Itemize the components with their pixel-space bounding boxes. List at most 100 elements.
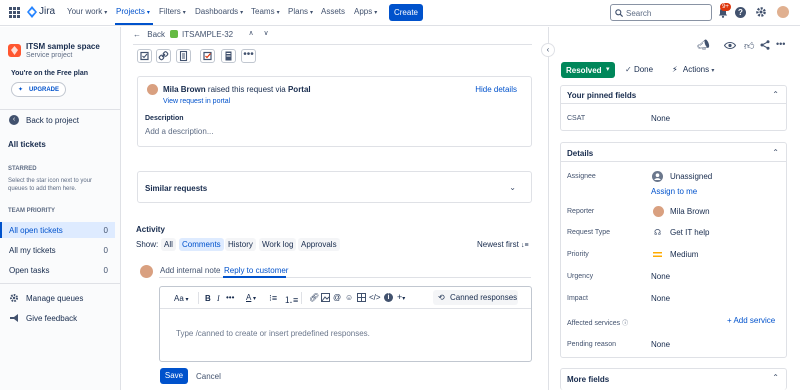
nav-teams[interactable]: Teams ▾ [251, 7, 280, 16]
activity-heading: Activity [136, 225, 165, 234]
assignee-value[interactable]: Unassigned [670, 172, 712, 181]
manage-queues-link[interactable]: Manage queues [26, 294, 83, 303]
checkbox-icon[interactable] [137, 49, 152, 63]
thumbs-up-icon[interactable]: 👍︎ [744, 40, 754, 52]
profile-avatar[interactable] [777, 6, 789, 18]
collapse-panel-button[interactable]: ‹ [541, 43, 555, 57]
sort-label: Newest first [477, 240, 519, 249]
queue-open-tasks[interactable]: Open tasks 0 [0, 262, 115, 278]
pending-reason-value[interactable]: None [651, 340, 670, 349]
link-icon[interactable]: 🔗︎ [309, 293, 319, 302]
filter-all[interactable]: All [161, 238, 176, 251]
issue-key[interactable]: ITSAMPLE-32 [182, 30, 233, 39]
similar-requests-panel[interactable]: Similar requests ⌄ [137, 171, 532, 203]
actions-dropdown[interactable]: ⚡︎ Actions ▾ [672, 65, 714, 74]
nav-assets[interactable]: Assets [321, 7, 347, 16]
announce-icon[interactable]: 📣︎ [697, 40, 710, 51]
nav-filters[interactable]: Filters ▾ [159, 7, 186, 16]
filter-work-log[interactable]: Work log [259, 238, 297, 251]
filter-history[interactable]: History [225, 238, 256, 251]
queue-all-open-tickets[interactable]: All open tickets 0 [0, 222, 115, 238]
arrow-left-icon: ← [133, 30, 141, 39]
request-type-value[interactable]: Get IT help [670, 228, 709, 237]
app-switcher-icon[interactable] [9, 7, 20, 18]
assignee-label: Assignee [567, 173, 596, 180]
all-tickets-heading: All tickets [8, 140, 46, 149]
nav-plans[interactable]: Plans ▾ [288, 7, 313, 16]
status-dropdown[interactable]: Resolved ▾ [561, 62, 615, 78]
jira-logo-text[interactable]: Jira [39, 6, 55, 17]
info-icon[interactable]: i [384, 293, 393, 302]
queue-label: All my tickets [9, 246, 56, 255]
create-button[interactable]: Create [389, 4, 423, 21]
project-name[interactable]: ITSM sample space [26, 42, 100, 51]
done-button[interactable]: ✓ Done [625, 65, 653, 74]
editor-text-area[interactable]: Type /canned to create or insert predefi… [176, 329, 370, 338]
next-issue-button[interactable]: ∨ [260, 29, 272, 40]
requester-avatar [147, 84, 158, 95]
description-field[interactable]: Add a description... [145, 127, 213, 136]
form-icon[interactable] [221, 49, 236, 63]
description-label: Description [145, 115, 184, 122]
save-button[interactable]: Save [160, 368, 188, 384]
nav-apps[interactable]: Apps ▾ [354, 7, 377, 16]
back-button[interactable]: ← Back [133, 30, 165, 39]
back-to-project-link[interactable]: Back to project [26, 116, 79, 125]
urgency-value[interactable]: None [651, 272, 670, 281]
jira-logo-icon[interactable] [27, 6, 37, 18]
more-actions-icon[interactable]: ••• [776, 39, 785, 49]
nav-dashboards[interactable]: Dashboards ▾ [195, 7, 243, 16]
help-icon[interactable]: ? [735, 7, 746, 18]
previous-issue-button[interactable]: ∧ [245, 29, 257, 40]
text-style-dropdown[interactable]: Aa ▾ [174, 294, 188, 303]
settings-icon[interactable] [755, 6, 767, 18]
task-check-icon[interactable] [200, 49, 215, 63]
assign-to-me-link[interactable]: Assign to me [651, 187, 697, 196]
give-feedback-link[interactable]: Give feedback [26, 314, 77, 323]
details-header[interactable]: Details ⌃ [561, 143, 786, 162]
cancel-button[interactable]: Cancel [196, 372, 221, 381]
image-icon[interactable] [321, 293, 330, 302]
filter-approvals[interactable]: Approvals [298, 238, 340, 251]
add-service-button[interactable]: + Add service [727, 316, 775, 325]
nav-your-work[interactable]: Your work ▾ [67, 7, 107, 16]
canned-responses-label: Canned responses [450, 293, 518, 302]
numbered-list-icon[interactable]: ⒈≡ [284, 293, 298, 306]
hide-details-link[interactable]: Hide details [475, 85, 517, 94]
view-request-link[interactable]: View request in portal [163, 98, 230, 105]
toolbar-separator [301, 292, 302, 304]
share-icon[interactable] [760, 40, 770, 50]
reporter-value[interactable]: Mila Brown [670, 207, 710, 216]
impact-value[interactable]: None [651, 294, 670, 303]
nav-projects[interactable]: Projects ▾ [116, 7, 150, 16]
document-icon[interactable] [176, 49, 191, 63]
more-formatting-icon[interactable]: ••• [226, 293, 234, 302]
tab-internal-note[interactable]: Add internal note [160, 266, 221, 275]
upgrade-button[interactable]: ✦ UPGRADE [11, 82, 66, 97]
filter-comments[interactable]: Comments [179, 238, 224, 251]
canned-responses-button[interactable]: ⟲ Canned responses [433, 290, 518, 305]
more-fields-panel[interactable]: More fields ⌃ [560, 368, 787, 390]
table-icon[interactable] [357, 293, 366, 302]
emoji-icon[interactable]: ☺ [345, 293, 353, 302]
bullet-list-icon[interactable]: ⁝≡ [269, 293, 277, 304]
priority-value[interactable]: Medium [670, 250, 698, 259]
upgrade-label: UPGRADE [29, 87, 60, 93]
watch-eye-icon[interactable] [724, 41, 736, 50]
sort-order-button[interactable]: Newest first ↓≡ [477, 240, 529, 249]
queue-label: Open tasks [9, 266, 50, 275]
csat-value[interactable]: None [651, 114, 670, 123]
more-options-icon[interactable]: ••• [241, 49, 256, 63]
pinned-fields-header[interactable]: Your pinned fields ⌃ [561, 86, 786, 104]
search-input[interactable]: Search [610, 4, 712, 21]
insert-plus-icon[interactable]: +▾ [397, 292, 405, 302]
link-icon[interactable] [156, 49, 171, 63]
bold-button[interactable]: B [205, 294, 211, 303]
requester-name[interactable]: Mila Brown [163, 85, 206, 94]
queue-all-my-tickets[interactable]: All my tickets 0 [0, 242, 115, 258]
code-icon[interactable]: </> [369, 293, 381, 302]
text-color-button[interactable]: A ▾ [246, 293, 256, 302]
tab-reply-to-customer[interactable]: Reply to customer [224, 266, 288, 275]
italic-button[interactable]: I [217, 294, 220, 303]
mention-icon[interactable]: @ [333, 293, 341, 302]
